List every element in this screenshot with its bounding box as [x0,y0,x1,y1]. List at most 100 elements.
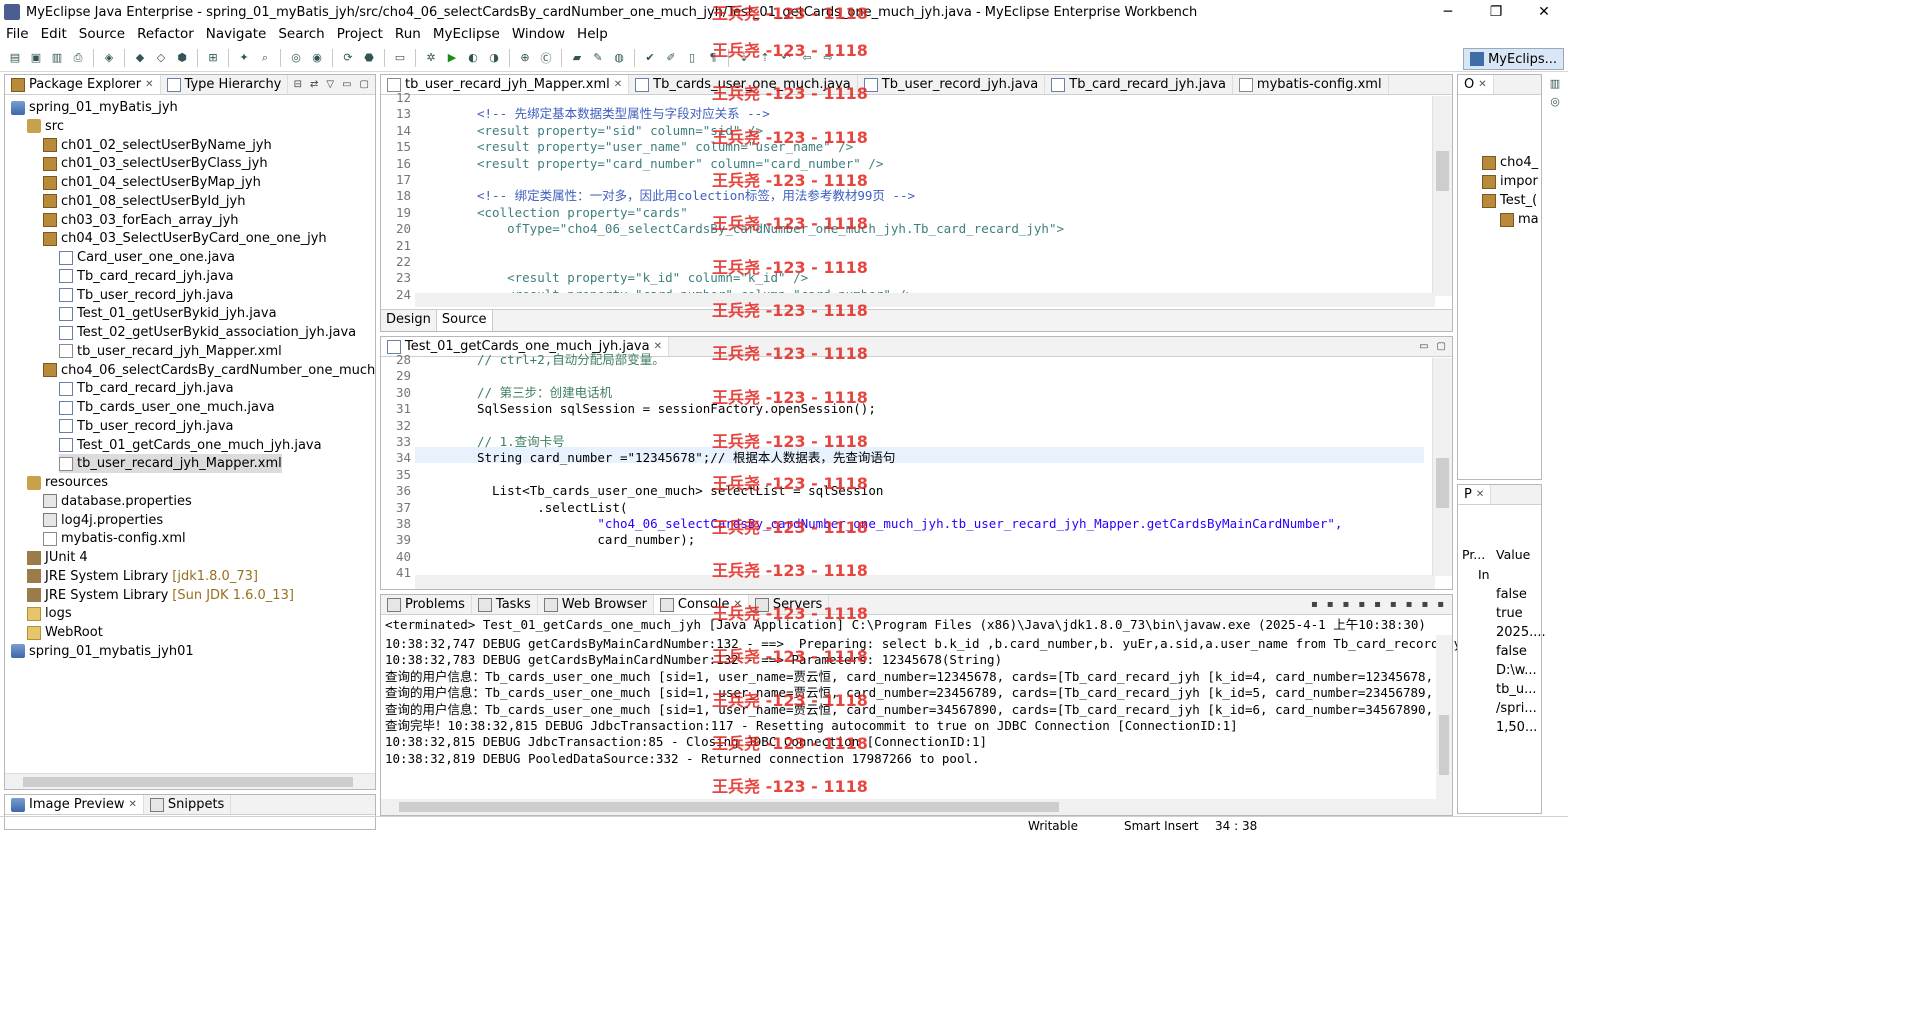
new-icon[interactable]: ▤ [6,49,24,67]
outline-item[interactable]: cho4_ [1482,153,1538,172]
tab-outline[interactable]: O ✕ [1458,75,1494,94]
maximize-button[interactable]: ❐ [1472,0,1520,24]
perspective-switcher[interactable]: MyEclips... [1463,48,1564,70]
menu-file[interactable]: File [0,26,35,42]
tree-item[interactable]: Test_01_getUserBykid_jyh.java [59,304,277,323]
open-console-icon[interactable]: ▪ [1404,599,1415,610]
refresh-icon[interactable]: ⟳ [339,49,357,67]
menu-navigate[interactable]: Navigate [200,26,273,42]
scroll-lock-icon[interactable]: ▪ [1356,599,1367,610]
tab-package-explorer[interactable]: Package Explorer ✕ [5,75,161,94]
editor-tab[interactable]: Tb_card_recard_jyh.java [1045,75,1233,94]
save-icon[interactable]: ▣ [27,49,45,67]
horizontal-scrollbar[interactable] [415,575,1435,589]
package-icon[interactable]: ⊕ [516,49,534,67]
tree-item[interactable]: ch01_08_selectUserById_jyh [43,192,245,211]
terminate-icon[interactable]: ▪ [1309,599,1320,610]
tree-item[interactable]: tb_user_recard_jyh_Mapper.xml [59,454,282,474]
print-icon[interactable]: ⎙ [69,49,87,67]
tree-item[interactable]: WebRoot [27,623,103,642]
save-all-icon[interactable]: ▥ [48,49,66,67]
close-icon[interactable]: ✕ [1476,489,1484,500]
coverage-icon[interactable]: ◑ [485,49,503,67]
tree-item[interactable]: Tb_user_record_jyh.java [59,417,234,436]
next-annotation-icon[interactable]: ⇣ [735,49,753,67]
editor-tab[interactable]: mybatis-config.xml [1233,75,1389,94]
tree-item[interactable]: database.properties [43,492,192,511]
tree-item[interactable]: log4j.properties [43,511,163,530]
vertical-scrollbar[interactable] [1436,635,1452,801]
stop-icon[interactable]: ⬣ [360,49,378,67]
editor-tab[interactable]: tb_user_recard_jyh_Mapper.xml ✕ [381,75,630,94]
scrollbar-thumb[interactable] [399,802,1059,812]
tree-item[interactable]: src [27,117,64,136]
tree-item[interactable]: JRE System Library [jdk1.8.0_73] [27,567,258,586]
link-editor-icon[interactable]: ⇄ [308,79,320,90]
outline-item[interactable]: ma [1500,210,1539,229]
close-icon[interactable]: ✕ [654,341,662,352]
tab-problems[interactable]: Problems [381,595,472,614]
open-resource-icon[interactable]: ◇ [152,49,170,67]
menu-project[interactable]: Project [331,26,389,42]
task-icon[interactable]: ◉ [308,49,326,67]
maximize-icon[interactable]: ▪ [1435,599,1446,610]
maximize-icon[interactable]: ▢ [1435,341,1448,352]
view-menu-icon[interactable]: ▽ [324,79,336,90]
tree-item[interactable]: cho4_06_selectCardsBy_cardNumber_one_muc… [43,361,375,380]
prev-annotation-icon[interactable]: ⇡ [756,49,774,67]
tree-item[interactable]: JUnit 4 [27,548,88,567]
tab-tasks[interactable]: Tasks [472,595,538,614]
server-icon[interactable]: ⊞ [204,49,222,67]
menu-search[interactable]: Search [272,26,330,42]
tree-item[interactable]: resources [27,473,108,492]
close-icon[interactable]: ✕ [734,599,742,610]
close-icon[interactable]: ✕ [614,79,622,90]
scrollbar-thumb[interactable] [23,777,353,787]
scrollbar-thumb[interactable] [1439,715,1449,775]
tab-snippets[interactable]: Snippets [144,795,232,814]
editor-tab[interactable]: Tb_user_record_jyh.java [858,75,1046,94]
horizontal-scrollbar[interactable] [415,293,1435,307]
minimize-icon[interactable]: ▭ [340,79,353,90]
back-icon[interactable]: ⇦ [798,49,816,67]
close-button[interactable]: ✕ [1520,0,1568,24]
close-icon[interactable]: ✕ [128,799,136,810]
block-icon[interactable]: ▯ [683,49,701,67]
tree-item[interactable]: Test_02_getUserBykid_association_jyh.jav… [59,323,356,342]
vertical-scrollbar[interactable] [1432,96,1452,296]
run-external-icon[interactable]: ◐ [464,49,482,67]
tree-item[interactable]: ch01_03_selectUserByClass_jyh [43,154,268,173]
deploy-icon[interactable]: ⬢ [173,49,191,67]
tree-item[interactable]: Tb_card_recard_jyh.java [59,379,234,398]
highlight-icon[interactable]: ✐ [662,49,680,67]
tree-item[interactable]: Tb_cards_user_one_much.java [59,398,275,417]
tree-item[interactable]: JRE System Library [Sun JDK 1.6.0_13] [27,586,294,605]
tree-item[interactable]: Card_user_one_one.java [59,248,235,267]
mark-icon[interactable]: ✔ [641,49,659,67]
scrollbar-thumb[interactable] [1436,458,1449,508]
tab-servers[interactable]: Servers [749,595,830,614]
collapse-all-icon[interactable]: ⊟ [292,79,304,90]
minimize-button[interactable]: ─ [1424,0,1472,24]
tree-item[interactable]: mybatis-config.xml [43,529,186,548]
tab-source[interactable]: Source [436,310,493,331]
menu-source[interactable]: Source [73,26,131,42]
close-icon[interactable]: ✕ [145,79,153,90]
menu-help[interactable]: Help [571,26,614,42]
tree-item[interactable]: spring_01_mybatis_jyh01 [11,642,194,661]
menu-run[interactable]: Run [389,26,427,42]
tab-design[interactable]: Design [381,310,437,331]
tree-item[interactable]: Tb_card_recard_jyh.java [59,267,234,286]
last-edit-icon[interactable]: ↶ [777,49,795,67]
menu-refactor[interactable]: Refactor [131,26,200,42]
tree-item[interactable]: ch03_03_forEach_array_jyh [43,211,239,230]
maximize-icon[interactable]: ▢ [358,79,371,90]
palette-icon[interactable]: ◎ [1546,92,1564,110]
outline-item[interactable]: Test_( [1482,191,1537,210]
outline-item[interactable]: impor [1482,172,1538,191]
tree-item[interactable]: spring_01_myBatis_jyh [11,98,178,117]
paragraph-icon[interactable]: ¶ [704,49,722,67]
run-icon[interactable]: ▶ [443,49,461,67]
menu-myeclipse[interactable]: MyEclipse [427,26,506,42]
tree-item[interactable]: ch01_04_selectUserByMap_jyh [43,173,261,192]
